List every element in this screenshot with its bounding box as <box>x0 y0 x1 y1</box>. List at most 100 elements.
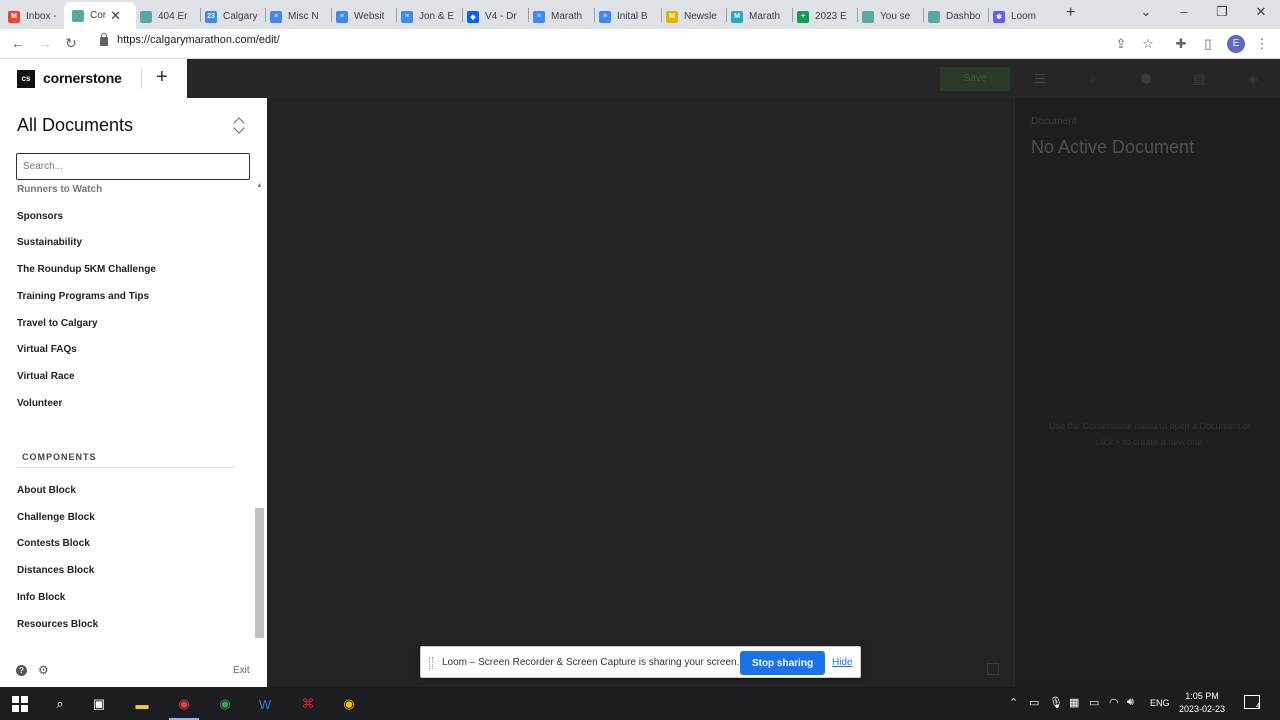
docs-icon: ≡ <box>599 10 611 23</box>
browser-tab[interactable]: 23 Calgary <box>205 4 263 29</box>
side-panel-icon[interactable]: ▯ <box>1200 36 1216 52</box>
acrobat-icon[interactable]: ⌘ <box>297 693 319 715</box>
hide-link[interactable]: Hide <box>832 657 853 668</box>
component-item[interactable]: Distances Block <box>17 565 94 576</box>
browser-tab[interactable]: M Newsle <box>666 4 724 29</box>
browser-tab[interactable]: ≡ Jon & E <box>401 4 459 29</box>
document-item[interactable]: Travel to Calgary <box>17 318 98 329</box>
browser-tab[interactable]: ≡ Marath <box>533 4 591 29</box>
extensions-icon[interactable]: ✚ <box>1173 36 1189 52</box>
close-window-icon[interactable]: ✕ <box>1251 4 1271 20</box>
tab-separator <box>661 8 662 22</box>
language-indicator[interactable]: ENG <box>1150 698 1170 708</box>
exit-link[interactable]: Exit <box>233 665 250 676</box>
sort-toggle-icon[interactable] <box>233 116 247 136</box>
browser-tab[interactable]: M Marath <box>731 4 789 29</box>
volume-icon[interactable]: 🔊︎ <box>1127 696 1134 709</box>
browser-menu-icon[interactable]: ⋮ <box>1254 36 1270 52</box>
document-search-input[interactable] <box>16 153 250 180</box>
document-item[interactable]: Virtual FAQs <box>17 344 77 355</box>
gmail-icon: M <box>8 10 20 23</box>
task-view-icon[interactable]: ▣ <box>88 693 110 715</box>
browser-tab[interactable]: Dashbo <box>928 4 986 29</box>
document-item[interactable]: Volunteer <box>17 398 62 409</box>
tab-title: Newsle <box>684 11 717 22</box>
share-icon[interactable]: ⇪ <box>1113 36 1129 52</box>
document-item[interactable]: Training Programs and Tips <box>17 291 149 302</box>
chrome-profile-icon[interactable]: ◉ <box>214 693 236 715</box>
add-document-button[interactable]: + <box>156 66 168 88</box>
tab-search-icon[interactable]: ⌄ <box>1136 4 1156 20</box>
browser-tab[interactable]: 404 Er <box>140 4 198 29</box>
windows-taskbar: ⌕ ▣ ▬ ◉ ◉ W ⌘ ◉ ⌃ ▭ 🎙︎ ▦ ▭ ◠ 🔊︎ ENG 1:05… <box>0 687 1280 720</box>
meet-now-icon[interactable]: ▭ <box>1029 696 1039 709</box>
component-item[interactable]: Info Block <box>17 592 65 603</box>
browser-tab[interactable]: +2023 E <box>797 4 855 29</box>
stop-sharing-button[interactable]: Stop sharing <box>740 651 825 675</box>
settings-gear-icon[interactable]: ⚙ <box>38 663 49 677</box>
microphone-icon[interactable]: 🎙︎ <box>1049 696 1063 709</box>
word-icon[interactable]: W <box>254 693 276 715</box>
layout-list-icon[interactable]: ☰ <box>1031 71 1049 87</box>
minimize-icon[interactable]: – <box>1174 4 1194 19</box>
search-icon[interactable]: ⌕ <box>1084 71 1102 87</box>
templates-icon[interactable]: ▤ <box>1190 71 1208 87</box>
save-button[interactable]: Save <box>940 67 1010 91</box>
tray-expand-icon[interactable]: ⌃ <box>1009 696 1018 709</box>
reload-icon[interactable]: ↻ <box>62 35 80 52</box>
search-icon[interactable]: ⌕ <box>49 693 71 715</box>
browser-tab[interactable]: Cor ✕ <box>64 2 136 29</box>
elements-cube-icon[interactable]: ⬢ <box>1137 71 1155 87</box>
browser-tab[interactable]: ✱ Loom <box>993 4 1047 29</box>
scrollbar-thumb[interactable] <box>255 508 264 638</box>
browser-tab[interactable]: M Inbox - <box>8 4 62 29</box>
document-item[interactable]: The Roundup 5KM Challenge <box>17 264 156 275</box>
scroll-up-arrow-icon[interactable]: ▲ <box>256 182 263 189</box>
document-item[interactable]: Sustainability <box>17 237 82 248</box>
tab-separator <box>265 8 266 22</box>
browser-tab[interactable]: ≡ Misc N <box>270 4 328 29</box>
restore-icon[interactable]: ❐ <box>1212 4 1232 20</box>
editor-canvas[interactable] <box>267 98 1014 687</box>
bookmark-star-icon[interactable]: ☆ <box>1140 36 1156 52</box>
sidebar-scrollbar[interactable]: ▲ <box>255 182 264 648</box>
file-explorer-icon[interactable]: ▬ <box>131 693 153 715</box>
back-icon[interactable]: ← <box>9 35 27 51</box>
layers-icon[interactable]: ◈ <box>1244 71 1262 87</box>
calendar-icon: 23 <box>205 10 217 23</box>
forward-icon[interactable]: → <box>36 35 54 51</box>
component-item[interactable]: Challenge Block <box>17 512 95 523</box>
document-item-partial[interactable]: Runners to Watch <box>17 184 102 195</box>
component-item[interactable]: Contests Block <box>17 538 90 549</box>
new-tab-button[interactable]: + <box>1066 4 1075 22</box>
help-icon[interactable]: ? <box>16 665 27 676</box>
cornerstone-logo: cs <box>17 70 35 88</box>
drag-handle-icon[interactable] <box>429 657 433 669</box>
component-item[interactable]: Resources Block <box>17 619 98 630</box>
chrome-icon[interactable]: ◉ <box>173 693 195 715</box>
tab-separator <box>396 8 397 22</box>
inspector-panel: Document No Active Document Use the Corn… <box>1014 98 1280 687</box>
tab-title: Marath <box>749 11 781 22</box>
brand-divider <box>141 67 142 89</box>
tab-title: Loom <box>1011 11 1037 22</box>
canvas-resize-icon[interactable] <box>987 663 999 675</box>
component-item[interactable]: About Block <box>17 485 76 496</box>
camera-icon[interactable]: ▦ <box>1069 696 1079 709</box>
battery-icon[interactable]: ▭ <box>1089 696 1099 709</box>
tab-separator <box>857 8 858 22</box>
windows-start-icon[interactable] <box>12 696 28 712</box>
browser-tab[interactable]: ◆ V4 - Dr <box>467 4 525 29</box>
profile-avatar[interactable]: E <box>1227 35 1245 53</box>
taskbar-clock[interactable]: 1:05 PM 2023-02-23 <box>1176 690 1228 716</box>
browser-tab[interactable]: ≡ Websit <box>336 4 394 29</box>
chrome-alt-icon[interactable]: ◉ <box>338 693 360 715</box>
address-bar[interactable]: https://calgarymarathon.com/edit/ <box>100 32 280 46</box>
document-item[interactable]: Sponsors <box>17 211 63 222</box>
tab-title: Marath <box>551 11 583 22</box>
wifi-icon[interactable]: ◠ <box>1109 696 1119 709</box>
close-tab-icon[interactable]: ✕ <box>110 8 121 24</box>
browser-tab[interactable]: ≡ Inital B <box>599 4 657 29</box>
document-item[interactable]: Virtual Race <box>17 371 75 382</box>
browser-tab[interactable]: You se <box>862 4 920 29</box>
